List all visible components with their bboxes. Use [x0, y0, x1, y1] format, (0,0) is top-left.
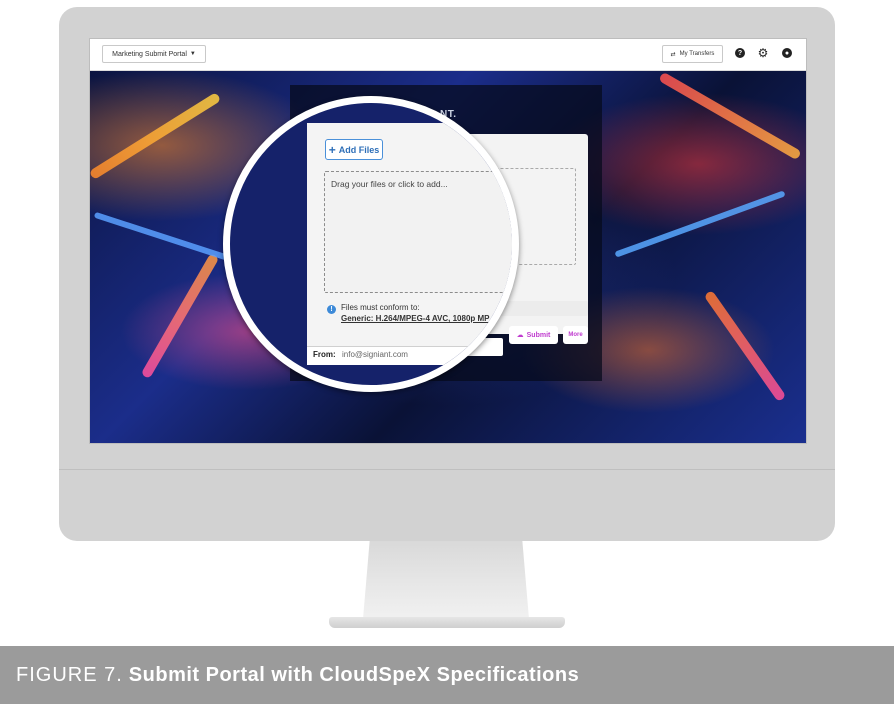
from-field[interactable] — [307, 346, 512, 365]
drop-zone-hint: Drag your files or click to add... — [331, 179, 448, 189]
figure-caption: FIGURE 7. Submit Portal with CloudSpeX S… — [0, 646, 894, 704]
swap-arrows-icon: ⇄ — [670, 51, 676, 58]
spec-link[interactable]: Generic: H.264/MPEG-4 AVC, 1080p MP — [341, 314, 490, 323]
monitor-stand-neck — [363, 541, 529, 619]
light-beam — [658, 71, 802, 161]
submit-button[interactable]: ☁ Submit — [509, 326, 558, 344]
info-icon: ! — [327, 305, 336, 314]
plus-icon: + — [328, 142, 336, 157]
caption-title: Submit Portal with CloudSpeX Specificati… — [128, 663, 580, 686]
add-files-button[interactable]: + Add Files — [325, 139, 383, 160]
user-icon[interactable]: ● — [782, 48, 792, 58]
help-icon[interactable]: ? — [735, 48, 745, 58]
chevron-down-icon: ▼ — [189, 51, 196, 57]
submit-label: Submit — [526, 331, 551, 339]
monitor-stand-base — [329, 617, 565, 628]
add-files-label: Add Files — [338, 144, 380, 155]
my-transfers-button[interactable]: ⇄ My Transfers — [662, 45, 723, 63]
more-button[interactable]: More — [563, 326, 588, 344]
conform-label: Files must conform to: — [341, 303, 420, 312]
light-beam — [90, 92, 222, 180]
file-drop-zone[interactable] — [324, 171, 512, 293]
from-label: From: — [313, 350, 336, 359]
my-transfers-label: My Transfers — [679, 51, 715, 57]
magnifier-zoom-circle: + Add Files Drag your files or click to … — [223, 96, 519, 392]
caption-prefix: FIGURE 7. — [16, 663, 123, 686]
monitor-screen: Marketing Submit Portal ▼ ⇄ My Transfers… — [89, 38, 807, 444]
light-beam — [614, 190, 786, 258]
portal-selector-dropdown[interactable]: Marketing Submit Portal ▼ — [102, 45, 206, 63]
app-topbar: Marketing Submit Portal ▼ ⇄ My Transfers… — [90, 39, 806, 71]
light-beam — [140, 252, 220, 380]
portal-selector-label: Marketing Submit Portal — [112, 50, 187, 58]
monitor-chin-divider — [59, 469, 835, 470]
more-label: More — [568, 332, 583, 338]
light-beam — [703, 289, 787, 403]
upload-cloud-icon: ☁ — [516, 332, 524, 339]
from-input-value[interactable]: info@signiant.com — [342, 350, 408, 359]
gear-icon[interactable]: ⚙ — [758, 47, 769, 59]
